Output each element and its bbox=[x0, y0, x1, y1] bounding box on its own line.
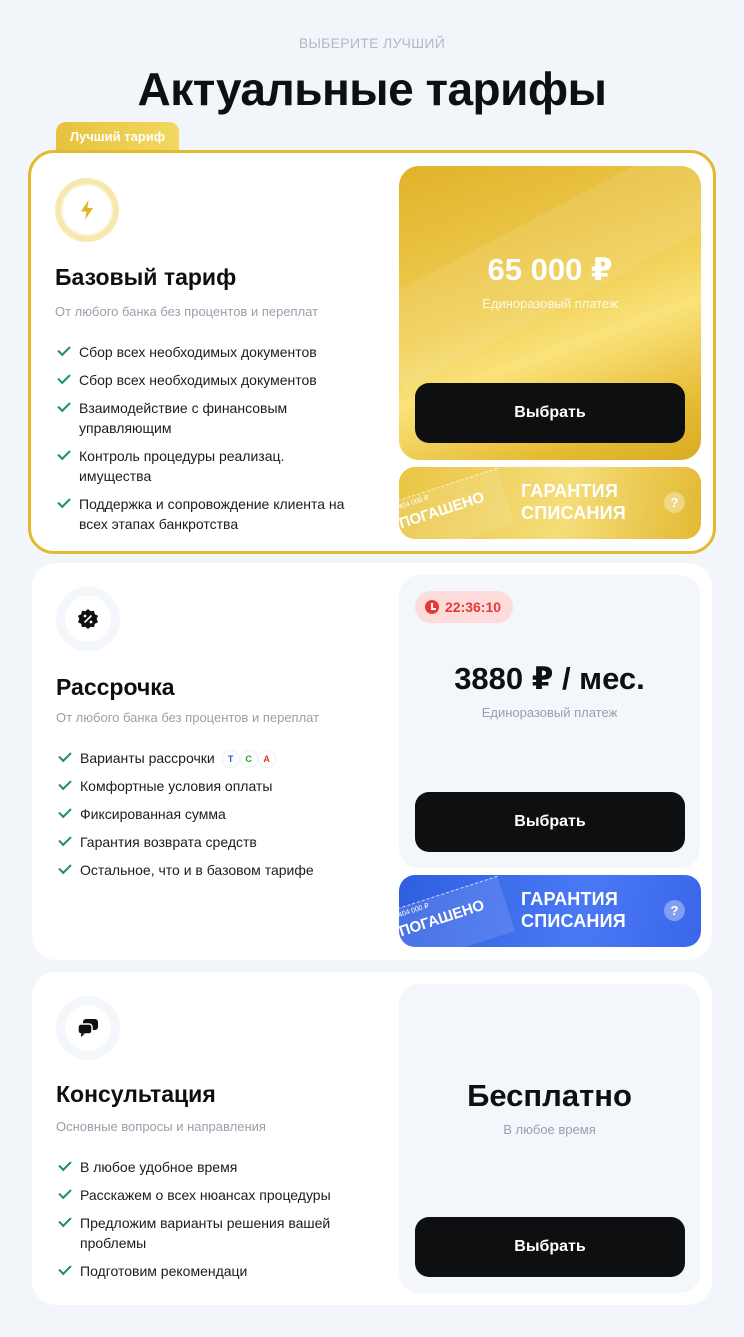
bank-logo-a: А bbox=[258, 751, 275, 768]
feature-text: Предложим варианты решения вашей проблем… bbox=[80, 1215, 331, 1251]
feature-item: Фиксированная сумма bbox=[56, 804, 356, 824]
price-amount: 3880 ₽ / мес. bbox=[454, 661, 645, 696]
check-icon bbox=[58, 1261, 72, 1276]
feature-text: Остальное, что и в базовом тарифе bbox=[80, 862, 314, 878]
paid-stamp: 404 000 ₽ ПОГАШЕНО bbox=[399, 875, 516, 947]
stamp-text: ПОГАШЕНО bbox=[399, 896, 487, 941]
feature-text: Сбор всех необходимых документов bbox=[79, 372, 317, 388]
bank-logos: Т С А bbox=[222, 751, 275, 768]
bank-logo-t: Т bbox=[222, 751, 239, 768]
check-icon bbox=[58, 1185, 72, 1200]
price-amount: Бесплатно bbox=[467, 1078, 632, 1113]
check-icon bbox=[58, 776, 72, 791]
guarantee-text: ГАРАНТИЯ СПИСАНИЯ bbox=[521, 481, 626, 523]
feature-text: Варианты рассрочки bbox=[80, 750, 215, 766]
feature-text: Поддержка и сопровождение клиента на все… bbox=[79, 496, 345, 532]
select-button[interactable]: Выбрать bbox=[415, 1217, 685, 1277]
feature-text: Гарантия возврата средств bbox=[80, 834, 257, 850]
check-icon bbox=[58, 748, 72, 763]
help-icon[interactable]: ? bbox=[664, 492, 685, 513]
feature-list: Варианты рассрочки Т С А Комфортные усло… bbox=[56, 748, 356, 888]
check-icon bbox=[58, 1213, 72, 1228]
check-icon bbox=[57, 398, 71, 413]
check-icon bbox=[57, 446, 71, 461]
feature-item: Варианты рассрочки Т С А bbox=[56, 748, 356, 768]
tariff-card-installment: Рассрочка От любого банка без процентов … bbox=[32, 563, 712, 960]
price-note: Единоразовый платеж bbox=[481, 705, 618, 720]
guarantee-banner[interactable]: 404 000 ₽ ПОГАШЕНО ГАРАНТИЯ СПИСАНИЯ ? bbox=[399, 875, 701, 947]
feature-item: Взаимодействие с финансовым управляющим bbox=[55, 398, 355, 438]
price-note: В любое время bbox=[503, 1122, 596, 1137]
check-icon bbox=[57, 494, 71, 509]
check-icon bbox=[57, 370, 71, 385]
stamp-text: ПОГАШЕНО bbox=[399, 488, 487, 533]
percent-badge-icon bbox=[65, 596, 111, 642]
tariff-card-basic: Базовый тариф От любого банка без процен… bbox=[28, 150, 716, 554]
feature-text: Контроль процедуры реализац. имущества bbox=[79, 448, 285, 484]
feature-item: В любое удобное время bbox=[56, 1157, 356, 1177]
price-amount: 65 000 ₽ bbox=[487, 252, 613, 287]
check-icon bbox=[58, 860, 72, 875]
check-icon bbox=[58, 1157, 72, 1172]
tariff-title: Базовый тариф bbox=[55, 264, 237, 290]
guarantee-banner[interactable]: 404 000 ₽ ПОГАШЕНО ГАРАНТИЯ СПИСАНИЯ ? bbox=[399, 467, 701, 539]
price-note: Единоразовый платеж bbox=[482, 296, 618, 311]
page-title: Актуальные тарифы bbox=[137, 63, 607, 115]
feature-list: В любое удобное время Расскажем о всех н… bbox=[56, 1157, 356, 1289]
check-icon bbox=[57, 342, 71, 357]
check-icon bbox=[58, 804, 72, 819]
countdown-timer: 22:36:10 bbox=[415, 591, 514, 623]
feature-item: Комфортные условия оплаты bbox=[56, 776, 356, 796]
lightning-icon bbox=[64, 187, 110, 233]
feature-list: Сбор всех необходимых документов Сбор вс… bbox=[55, 342, 355, 542]
tariff-title: Консультация bbox=[56, 1081, 216, 1107]
price-panel: Бесплатно В любое время Выбрать bbox=[399, 984, 700, 1293]
clock-icon bbox=[425, 600, 439, 614]
feature-item: Сбор всех необходимых документов bbox=[55, 370, 355, 390]
feature-item: Расскажем о всех нюансах процедуры bbox=[56, 1185, 356, 1205]
tariff-icon-container bbox=[55, 178, 119, 242]
price-panel: 22:36:10 3880 ₽ / мес. Единоразовый плат… bbox=[399, 575, 700, 868]
guarantee-text: ГАРАНТИЯ СПИСАНИЯ bbox=[521, 889, 626, 931]
tariff-icon-container bbox=[56, 587, 120, 651]
tariff-icon-container bbox=[56, 996, 120, 1060]
feature-item: Подготовим рекомендаци bbox=[56, 1261, 356, 1281]
tariff-subtitle: От любого банка без процентов и переплат bbox=[55, 304, 319, 319]
section-eyebrow: ВЫБЕРИТЕ ЛУЧШИЙ bbox=[298, 35, 446, 51]
tariff-card-consultation: Консультация Основные вопросы и направле… bbox=[32, 972, 712, 1305]
bank-logo-s: С bbox=[240, 751, 257, 768]
tariff-title: Рассрочка bbox=[56, 674, 175, 700]
tariff-subtitle: От любого банка без процентов и переплат bbox=[56, 710, 320, 725]
select-button[interactable]: Выбрать bbox=[415, 383, 685, 443]
feature-text: Комфортные условия оплаты bbox=[80, 778, 273, 794]
feature-text: В любое удобное время bbox=[80, 1159, 238, 1175]
select-button[interactable]: Выбрать bbox=[415, 792, 685, 852]
feature-text: Фиксированная сумма bbox=[80, 806, 226, 822]
feature-text: Расскажем о всех нюансах процедуры bbox=[80, 1187, 331, 1203]
check-icon bbox=[58, 832, 72, 847]
tariff-subtitle: Основные вопросы и направления bbox=[56, 1119, 266, 1134]
feature-item: Предложим варианты решения вашей проблем… bbox=[56, 1213, 356, 1253]
feature-item: Контроль процедуры реализац. имущества bbox=[55, 446, 355, 486]
feature-item: Остальное, что и в базовом тарифе bbox=[56, 860, 356, 880]
feature-text: Взаимодействие с финансовым управляющим bbox=[79, 400, 288, 436]
help-icon[interactable]: ? bbox=[664, 900, 685, 921]
timer-value: 22:36:10 bbox=[445, 599, 502, 615]
feature-text: Подготовим рекомендаци bbox=[80, 1263, 248, 1279]
feature-item: Сбор всех необходимых документов bbox=[55, 342, 355, 362]
feature-item: Гарантия возврата средств bbox=[56, 832, 356, 852]
feature-item: Поддержка и сопровождение клиента на все… bbox=[55, 494, 355, 534]
chat-bubbles-icon bbox=[65, 1005, 111, 1051]
feature-text: Сбор всех необходимых документов bbox=[79, 344, 317, 360]
paid-stamp: 404 000 ₽ ПОГАШЕНО bbox=[399, 467, 516, 539]
price-panel: 65 000 ₽ Единоразовый платеж Выбрать bbox=[399, 166, 701, 460]
